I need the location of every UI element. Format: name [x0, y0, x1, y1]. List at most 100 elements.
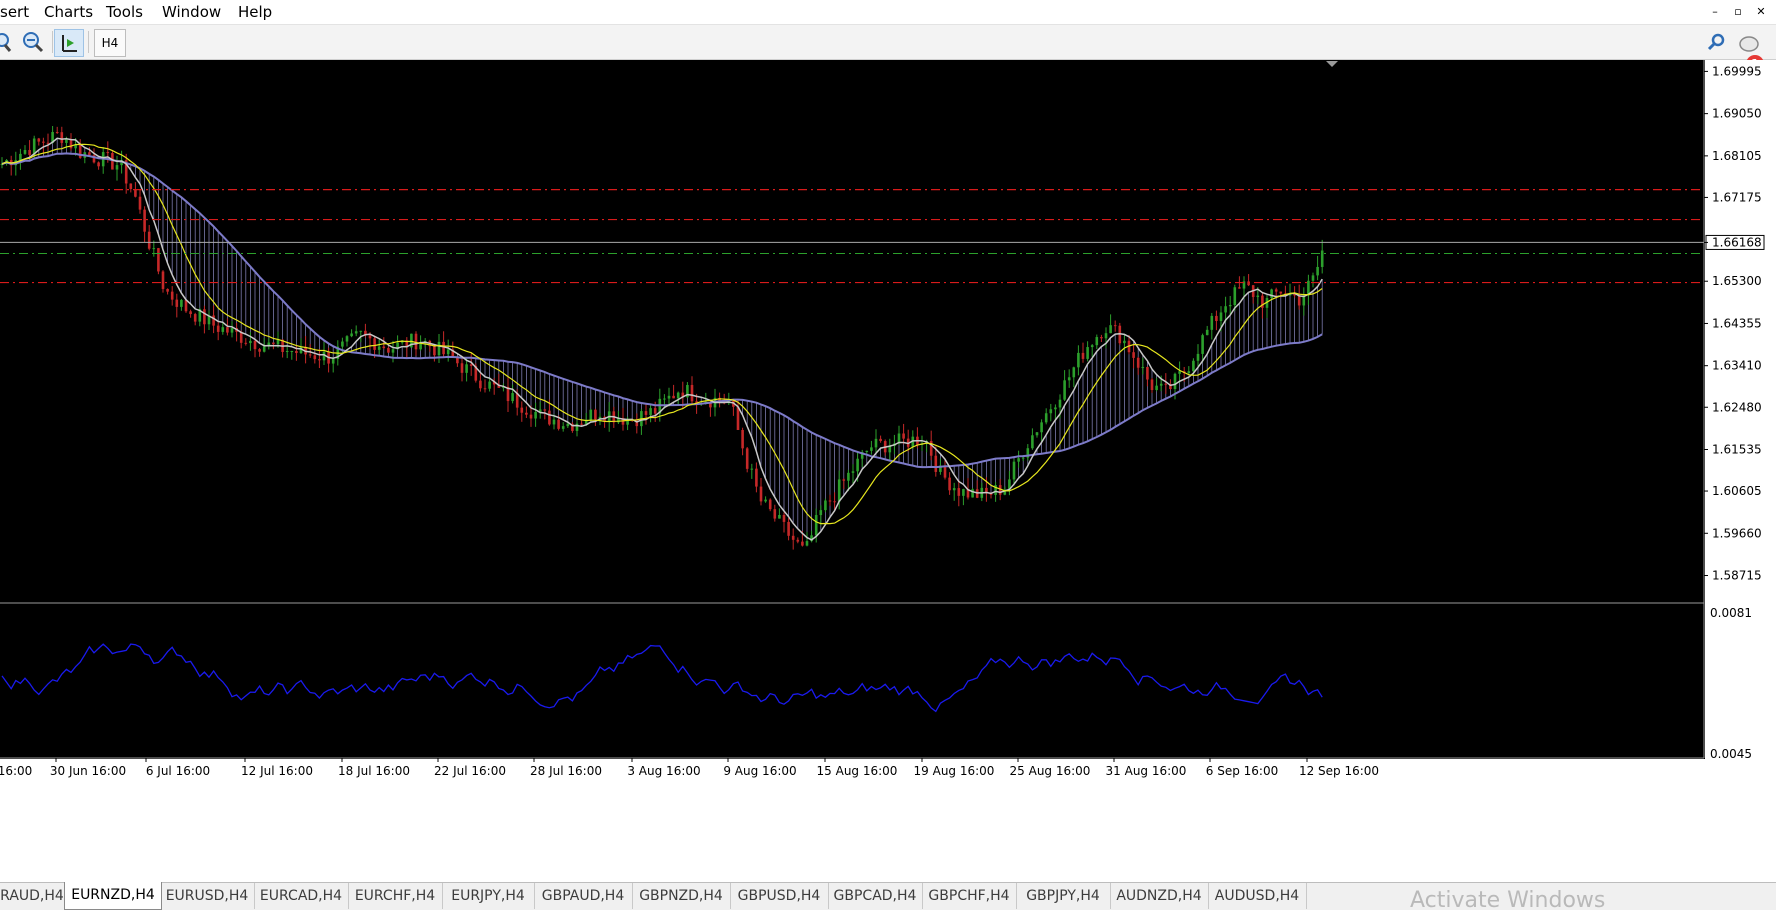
- candle-body: [157, 248, 160, 272]
- chart-tab[interactable]: EURNZD,H4: [64, 882, 162, 910]
- menu-insert[interactable]: sert: [0, 3, 29, 21]
- candle-body: [1196, 353, 1200, 361]
- time-tick-label: 9 Aug 16:00: [723, 764, 796, 778]
- candle-body: [902, 433, 905, 439]
- candle-body: [290, 350, 294, 352]
- zoom-in-button[interactable]: [0, 29, 12, 55]
- chart-window[interactable]: 1.69995 1.69050 1.68105 1.67175 1.66168 1.653…: [0, 60, 1776, 882]
- menu-charts[interactable]: Charts: [44, 3, 93, 21]
- candle-body: [1113, 325, 1117, 327]
- candle-body: [1058, 399, 1062, 408]
- candle-body: [594, 409, 597, 420]
- chart-tab[interactable]: AUDUSD,H4: [1208, 883, 1307, 909]
- time-tick-label: 25 Aug 16:00: [1010, 764, 1091, 778]
- price-tick-label: 1.59660: [1712, 526, 1762, 540]
- chart-tab[interactable]: RAUD,H4: [0, 883, 65, 909]
- candle-body: [55, 132, 59, 134]
- search-button[interactable]: [1704, 29, 1728, 55]
- candle-body: [359, 330, 363, 332]
- candle-body: [341, 341, 344, 347]
- chart-tab[interactable]: EURCAD,H4: [254, 883, 349, 909]
- restore-button[interactable]: ▫: [1729, 4, 1747, 20]
- candle-body: [465, 364, 468, 373]
- candle-body: [1205, 329, 1209, 336]
- chart-tab[interactable]: GBPCAD,H4: [828, 883, 923, 909]
- candle-body: [387, 348, 390, 353]
- minimize-button[interactable]: –: [1706, 4, 1724, 20]
- timeframe-h4-button[interactable]: H4: [94, 29, 126, 57]
- candle-body: [962, 489, 965, 496]
- candle-body: [373, 338, 376, 350]
- candle-body: [824, 500, 827, 511]
- close-button[interactable]: ✕: [1752, 4, 1770, 20]
- candle-body: [1215, 315, 1218, 322]
- time-tick-label: 12 Jul 16:00: [241, 764, 313, 778]
- candle-body: [1228, 305, 1232, 307]
- candle-body: [1238, 287, 1241, 289]
- menu-tools[interactable]: Tools: [106, 3, 143, 21]
- candle-body: [354, 331, 358, 334]
- candle-body: [589, 409, 593, 421]
- chart-shift-button[interactable]: [54, 29, 84, 57]
- candle-body: [1086, 347, 1089, 359]
- candle-body: [19, 153, 22, 161]
- candle-body: [469, 364, 473, 366]
- chart-tab[interactable]: EURUSD,H4: [160, 883, 255, 909]
- time-tick-label: 19 Aug 16:00: [914, 764, 995, 778]
- candle-body: [129, 183, 133, 189]
- candle-body: [42, 141, 45, 143]
- candle-body: [548, 410, 551, 425]
- candle-body: [543, 409, 547, 411]
- time-tick-label: 16:00: [0, 764, 32, 778]
- candle-body: [1178, 371, 1181, 374]
- oscillator-scale-label: 0.0045: [1710, 747, 1752, 761]
- candle-body: [97, 162, 100, 167]
- notifications-button[interactable]: [1736, 29, 1764, 55]
- zoom-out-button[interactable]: [20, 29, 46, 55]
- zoom-in-icon: [0, 33, 12, 52]
- candle-body: [433, 346, 436, 356]
- candle-body: [837, 479, 841, 502]
- chart-tab[interactable]: EURCHF,H4: [348, 883, 443, 909]
- candle-body: [879, 438, 882, 442]
- price-tick-label: 1.62480: [1712, 400, 1762, 414]
- candle-body: [244, 342, 248, 344]
- candle-body: [276, 339, 280, 345]
- chart-tab[interactable]: GBPUSD,H4: [730, 883, 829, 909]
- candle-body: [520, 407, 524, 413]
- candle-body: [768, 499, 772, 510]
- chart-tab[interactable]: GBPCHF,H4: [922, 883, 1017, 909]
- candle-body: [1274, 289, 1278, 292]
- candle-body: [479, 380, 482, 389]
- candle-body: [796, 539, 800, 542]
- chart-tab[interactable]: EURJPY,H4: [442, 883, 535, 909]
- chart-tab[interactable]: GBPAUD,H4: [534, 883, 633, 909]
- candle-body: [957, 488, 961, 496]
- candle-body: [778, 514, 781, 519]
- candle-body: [318, 359, 321, 361]
- candle-body: [308, 354, 312, 356]
- candle-body: [952, 488, 956, 491]
- zoom-out-icon: [23, 32, 44, 53]
- chart-tab[interactable]: GBPNZD,H4: [632, 883, 731, 909]
- chat-bubble-icon: [1739, 36, 1759, 52]
- candle-body: [115, 165, 119, 170]
- chart-tab[interactable]: AUDNZD,H4: [1110, 883, 1209, 909]
- time-tick-label: 15 Aug 16:00: [817, 764, 898, 778]
- time-tick-label: 31 Aug 16:00: [1106, 764, 1187, 778]
- candle-body: [828, 500, 832, 502]
- candle-body: [649, 408, 652, 415]
- candle-body: [948, 477, 951, 491]
- candle-body: [1021, 457, 1025, 459]
- menu-window[interactable]: Window: [162, 3, 221, 21]
- candle-body: [272, 342, 275, 345]
- price-tick-label: 1.65300: [1712, 274, 1762, 288]
- time-tick-label: 6 Sep 16:00: [1206, 764, 1278, 778]
- candle-body: [1173, 373, 1177, 390]
- menu-help[interactable]: Help: [238, 3, 272, 21]
- chart-tab[interactable]: GBPJPY,H4: [1016, 883, 1111, 909]
- candle-body: [1044, 413, 1048, 423]
- candle-body: [166, 288, 169, 292]
- price-chart[interactable]: 1.69995 1.69050 1.68105 1.67175 1.66168 1.653…: [0, 60, 1776, 882]
- candle-body: [1201, 335, 1204, 354]
